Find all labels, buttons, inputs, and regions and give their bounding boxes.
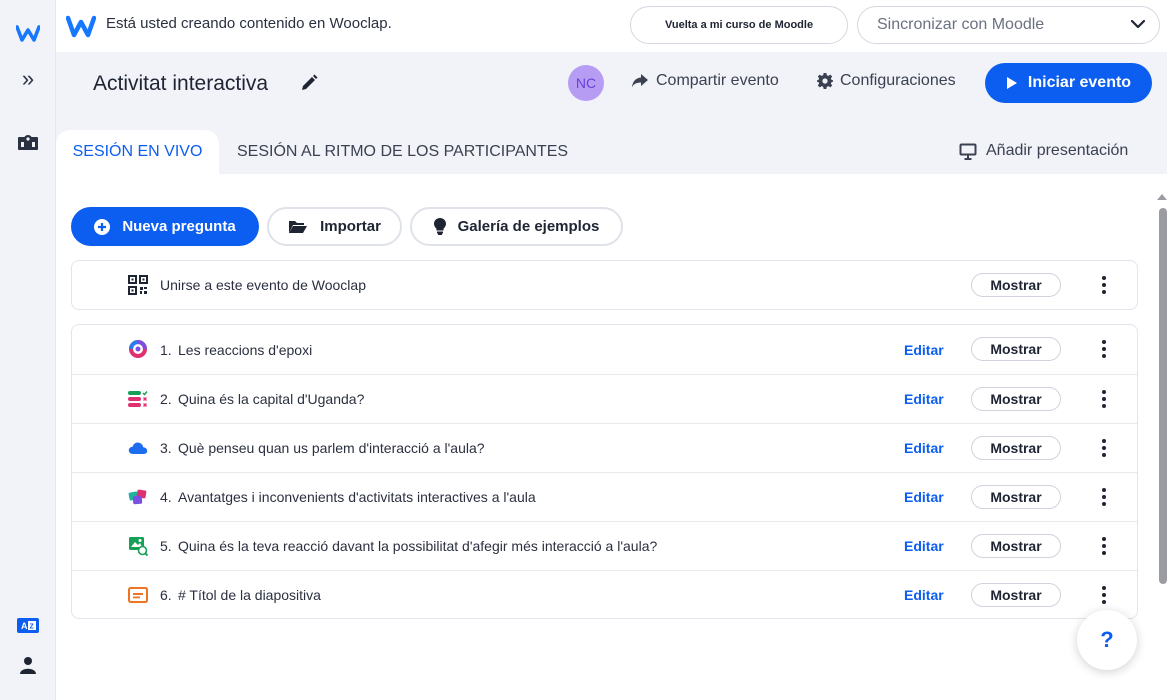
- sync-moodle-select[interactable]: Sincronizar con Moodle: [857, 6, 1160, 44]
- show-button[interactable]: Mostrar: [971, 337, 1061, 361]
- more-options-icon[interactable]: [1096, 487, 1112, 507]
- more-options-icon[interactable]: [1096, 536, 1112, 556]
- start-event-label: Iniciar evento: [1027, 74, 1132, 91]
- show-button[interactable]: Mostrar: [971, 485, 1061, 509]
- share-arrow-icon: [632, 74, 648, 88]
- main-content: Nueva pregunta Importar Galería de ejemp…: [56, 174, 1167, 700]
- edit-button[interactable]: Editar: [904, 391, 944, 407]
- new-question-label: Nueva pregunta: [122, 218, 236, 235]
- show-button[interactable]: Mostrar: [971, 387, 1061, 411]
- event-title: Activitat interactiva: [93, 72, 269, 95]
- add-presentation-button[interactable]: Añadir presentación: [959, 142, 1128, 160]
- play-icon: [1006, 77, 1017, 89]
- folder-open-icon: [289, 221, 308, 233]
- double-chevron-right-icon[interactable]: »: [0, 66, 56, 91]
- svg-text:Z: Z: [30, 623, 35, 630]
- more-options-icon[interactable]: [1096, 389, 1112, 409]
- question-title: Quina és la teva reacció davant la possi…: [178, 538, 658, 554]
- chevron-down-icon: [1130, 16, 1146, 34]
- list-item[interactable]: 3. Què penseu quan us parlem d'interacci…: [72, 423, 1137, 472]
- share-event-button[interactable]: Compartir evento: [631, 72, 779, 90]
- sync-moodle-value: Sincronizar con Moodle: [877, 16, 1045, 33]
- tab-live-session[interactable]: SESIÓN EN VIVO: [56, 130, 219, 174]
- left-rail: » AZ: [0, 0, 56, 700]
- pencil-icon[interactable]: [300, 74, 320, 94]
- show-button[interactable]: Mostrar: [971, 534, 1061, 558]
- user-icon[interactable]: [0, 654, 56, 676]
- settings-label: Configuraciones: [840, 72, 956, 89]
- join-event-label: Unirse a este evento de Wooclap: [160, 277, 366, 293]
- new-question-button[interactable]: Nueva pregunta: [71, 207, 259, 246]
- list-item: Unirse a este evento de Wooclap Mostrar: [72, 261, 1137, 309]
- tab-self-paced-session[interactable]: SESIÓN AL RITMO DE LOS PARTICIPANTES: [237, 130, 568, 174]
- top-banner: Está usted creando contenido en Wooclap.…: [56, 0, 1167, 52]
- event-header: Activitat interactiva NC Compartir event…: [56, 52, 1167, 174]
- list-item[interactable]: 4. Avantatges i inconvenients d'activita…: [72, 472, 1137, 521]
- list-item[interactable]: 5. Quina és la teva reacció davant la po…: [72, 521, 1137, 570]
- edit-button[interactable]: Editar: [904, 489, 944, 505]
- question-number: 3.: [160, 440, 172, 456]
- question-number: 2.: [160, 391, 172, 407]
- qr-code-icon: [128, 275, 148, 295]
- question-title: # Títol de la diapositiva: [178, 587, 321, 603]
- wooclap-logo-icon: [65, 14, 97, 38]
- question-list: 1. Les reaccions d'epoxi Editar Mostrar …: [71, 324, 1138, 619]
- more-options-icon[interactable]: [1096, 585, 1112, 605]
- more-options-icon[interactable]: [1096, 275, 1112, 295]
- question-title: Què penseu quan us parlem d'interacció a…: [178, 440, 485, 456]
- presentation-icon: [959, 143, 977, 160]
- list-item[interactable]: 6. # Títol de la diapositiva Editar Most…: [72, 570, 1137, 619]
- scrollbar-up-arrow[interactable]: [1157, 194, 1167, 200]
- word-cloud-icon: [128, 438, 148, 458]
- edit-button[interactable]: Editar: [904, 587, 944, 603]
- import-label: Importar: [320, 218, 381, 235]
- show-button[interactable]: Mostrar: [971, 583, 1061, 607]
- avatar[interactable]: NC: [568, 65, 604, 101]
- more-options-icon[interactable]: [1096, 438, 1112, 458]
- language-icon[interactable]: AZ: [0, 614, 56, 636]
- more-options-icon[interactable]: [1096, 339, 1112, 359]
- question-title: Les reaccions d'epoxi: [178, 341, 313, 358]
- add-presentation-label: Añadir presentación: [986, 142, 1129, 159]
- multiple-choice-icon: [128, 389, 148, 409]
- question-number: 4.: [160, 489, 172, 505]
- gear-icon: [817, 73, 833, 89]
- start-event-button[interactable]: Iniciar evento: [985, 63, 1152, 103]
- join-event-card: Unirse a este evento de Wooclap Mostrar: [71, 260, 1138, 310]
- svg-text:A: A: [21, 621, 28, 631]
- list-item[interactable]: 1. Les reaccions d'epoxi Editar Mostrar: [72, 325, 1137, 374]
- question-number: 1.: [160, 341, 172, 358]
- show-button[interactable]: Mostrar: [971, 273, 1061, 297]
- wooclap-logo-icon[interactable]: [0, 22, 56, 44]
- map-icon[interactable]: [0, 130, 56, 154]
- slide-icon: [128, 585, 148, 605]
- question-number: 5.: [160, 538, 172, 554]
- creating-content-notice: Está usted creando contenido en Wooclap.: [106, 15, 392, 32]
- edit-button[interactable]: Editar: [904, 440, 944, 456]
- settings-button[interactable]: Configuraciones: [817, 72, 956, 90]
- list-item[interactable]: 2. Quina és la capital d'Uganda? Editar …: [72, 374, 1137, 423]
- example-gallery-button[interactable]: Galería de ejemplos: [410, 207, 623, 246]
- plus-circle-icon: [94, 218, 111, 235]
- edit-button[interactable]: Editar: [904, 342, 944, 358]
- question-title: Avantatges i inconvenients d'activitats …: [178, 489, 536, 505]
- lightbulb-icon: [433, 218, 446, 235]
- scrollbar-thumb[interactable]: [1159, 208, 1167, 584]
- import-button[interactable]: Importar: [267, 207, 402, 246]
- poll-ring-icon: [128, 339, 148, 359]
- show-button[interactable]: Mostrar: [971, 436, 1061, 460]
- share-event-label: Compartir evento: [656, 72, 779, 89]
- question-number: 6.: [160, 587, 172, 603]
- question-title: Quina és la capital d'Uganda?: [178, 391, 365, 407]
- brainstorm-icon: [128, 487, 148, 507]
- example-gallery-label: Galería de ejemplos: [457, 218, 600, 235]
- back-to-moodle-button[interactable]: Vuelta a mi curso de Moodle: [630, 6, 848, 44]
- edit-button[interactable]: Editar: [904, 538, 944, 554]
- help-button[interactable]: ?: [1077, 610, 1137, 670]
- image-reaction-icon: [128, 536, 149, 557]
